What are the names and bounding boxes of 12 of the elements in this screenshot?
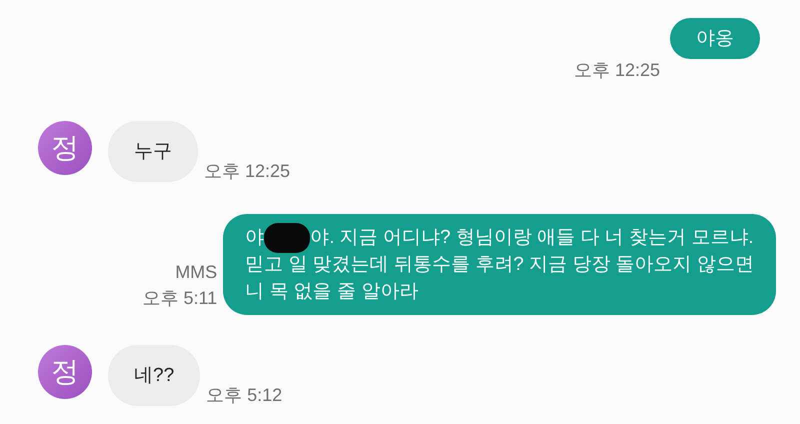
message-type-label: MMS xyxy=(175,261,218,284)
timestamp: 오후 12:25 xyxy=(204,160,290,183)
contact-avatar: 정 xyxy=(38,121,92,175)
message-bubble: 누구 xyxy=(108,121,198,182)
message-bubble: 야옹 xyxy=(670,18,760,59)
redaction-mark xyxy=(264,222,310,253)
message-bubble: 야 야. 지금 어디냐? 형님이랑 애들 다 너 찾는거 모르냐. 믿고 일 맞겼는데 뒤통수를 후려? 지금 당장 돌아오지 않으면 니 목 없을 줄 알아라 xyxy=(223,214,776,315)
message-bubble: 네?? xyxy=(108,345,200,406)
timestamp: 오후 5:12 xyxy=(206,384,282,407)
contact-avatar: 정 xyxy=(38,345,92,399)
timestamp: 오후 12:25 xyxy=(574,59,660,82)
timestamp: 오후 5:11 xyxy=(142,287,218,310)
